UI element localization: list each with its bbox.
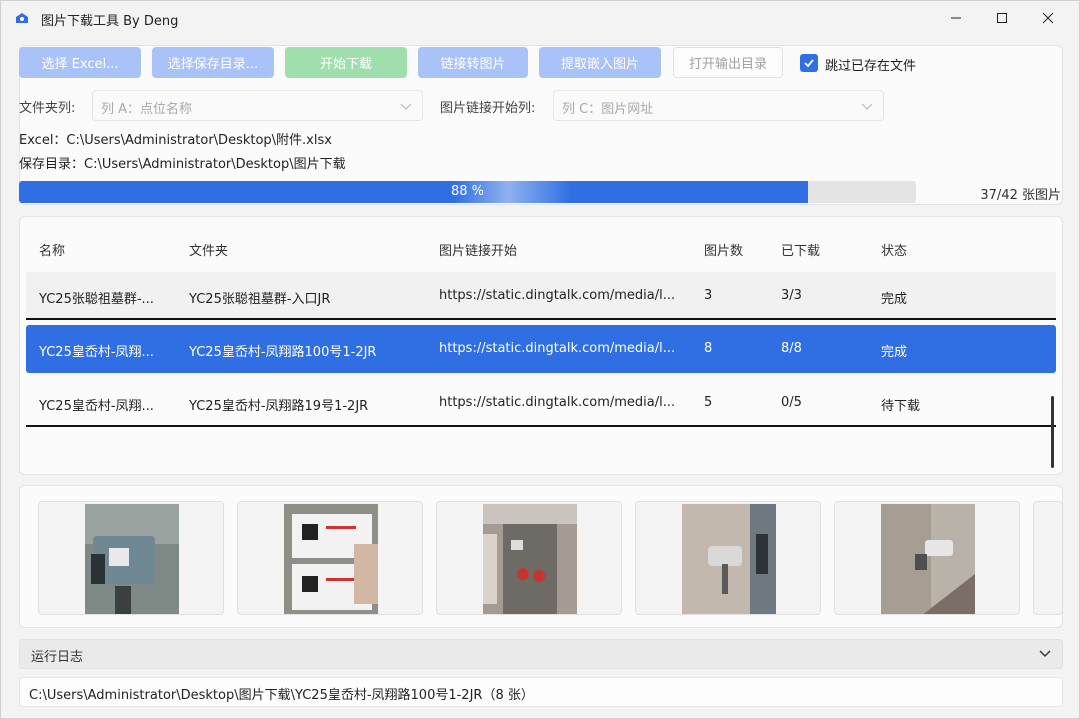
label-card-photo xyxy=(284,504,378,614)
header-downloaded[interactable]: 已下载 xyxy=(781,240,820,259)
cell-folder: YC25张聪祖墓群-入口JR xyxy=(189,292,331,307)
skip-existing-checkbox[interactable] xyxy=(800,54,818,72)
cell-image-count: 3 xyxy=(704,288,713,303)
status-text: C:\Users\Administrator\Desktop\图片下载\YC25… xyxy=(29,688,534,703)
folder-column-value: 列 A：点位名称 xyxy=(101,102,193,117)
progress-bar: 88 % xyxy=(19,181,916,203)
cell-link: https://static.dingtalk.com/media/l... xyxy=(439,341,676,356)
cell-downloaded: 0/5 xyxy=(781,395,802,410)
table-row[interactable]: YC25张聪祖墓群-... YC25张聪祖墓群-入口JR https://sta… xyxy=(26,272,1056,320)
cell-image-count: 8 xyxy=(704,341,713,356)
app-window: 图片下载工具 By Deng 选择 Excel... 选择保存目录... 开始下… xyxy=(0,0,1080,719)
building-wall-photo xyxy=(483,504,577,614)
header-image-count[interactable]: 图片数 xyxy=(704,240,743,259)
save-dir-path: 保存目录：C:\Users\Administrator\Desktop\图片下载 xyxy=(19,157,346,172)
maximize-icon xyxy=(997,13,1007,23)
cell-link: https://static.dingtalk.com/media/l... xyxy=(439,288,676,303)
select-excel-button[interactable]: 选择 Excel... xyxy=(19,47,141,78)
thumbnail-3[interactable] xyxy=(436,501,622,615)
thumbnail-5[interactable] xyxy=(834,501,1020,615)
table-row-selected[interactable]: YC25皇岙村-凤翔... YC25皇岙村-凤翔路100号1-2JR https… xyxy=(26,325,1056,373)
log-label: 运行日志 xyxy=(31,650,84,665)
minimize-icon xyxy=(951,17,961,19)
log-toggle[interactable] xyxy=(19,639,1063,669)
link-column-select[interactable]: 列 C：图片网址 xyxy=(553,90,884,121)
window-title: 图片下载工具 By Deng xyxy=(41,14,179,29)
header-link[interactable]: 图片链接开始 xyxy=(439,240,517,259)
header-folder[interactable]: 文件夹 xyxy=(189,240,228,259)
excel-path: Excel：C:\Users\Administrator\Desktop\附件.… xyxy=(19,133,332,148)
select-save-dir-button[interactable]: 选择保存目录... xyxy=(152,47,274,78)
table-scrollbar[interactable] xyxy=(1051,396,1054,468)
progress-percent: 88 % xyxy=(450,184,485,199)
cell-folder: YC25皇岙村-凤翔路19号1-2JR xyxy=(189,399,369,414)
chevron-down-icon xyxy=(400,103,412,110)
cell-folder: YC25皇岙村-凤翔路100号1-2JR xyxy=(189,345,377,360)
camera-photo-1 xyxy=(85,504,179,614)
corner-camera-photo xyxy=(881,504,975,614)
table-row[interactable]: YC25皇岙村-凤翔... YC25皇岙村-凤翔路19号1-2JR https:… xyxy=(26,379,1056,427)
close-button[interactable] xyxy=(1025,1,1071,35)
close-icon xyxy=(1042,12,1054,24)
wall-camera-photo xyxy=(682,504,776,614)
cell-image-count: 5 xyxy=(704,395,713,410)
title-bar: 图片下载工具 By Deng xyxy=(1,1,1079,35)
image-count: 37/42 张图片 xyxy=(980,188,1061,203)
thumbnail-4[interactable] xyxy=(635,501,821,615)
open-output-dir-button[interactable]: 打开输出目录 xyxy=(673,47,783,78)
cell-name: YC25皇岙村-凤翔... xyxy=(39,399,154,414)
cell-link: https://static.dingtalk.com/media/l... xyxy=(439,395,676,410)
cell-name: YC25皇岙村-凤翔... xyxy=(39,345,154,360)
thumbnail-1[interactable] xyxy=(38,501,224,615)
folder-column-label: 文件夹列: xyxy=(19,101,76,116)
minimize-button[interactable] xyxy=(933,1,979,35)
link-column-value: 列 C：图片网址 xyxy=(562,102,654,117)
cell-name: YC25张聪祖墓群-... xyxy=(39,292,154,307)
skip-existing-label: 跳过已存在文件 xyxy=(825,59,917,74)
maximize-button[interactable] xyxy=(979,1,1025,35)
cell-downloaded: 3/3 xyxy=(781,288,802,303)
thumbnail-6-partial[interactable] xyxy=(1033,501,1063,615)
cell-status: 完成 xyxy=(881,345,908,360)
chevron-down-icon xyxy=(861,103,873,110)
extract-embedded-button[interactable]: 提取嵌入图片 xyxy=(539,47,661,78)
cell-downloaded: 8/8 xyxy=(781,341,802,356)
folder-column-select[interactable]: 列 A：点位名称 xyxy=(92,90,423,121)
start-download-button[interactable]: 开始下载 xyxy=(285,47,407,78)
header-status[interactable]: 状态 xyxy=(881,240,907,259)
header-name[interactable]: 名称 xyxy=(39,240,65,259)
checkmark-icon xyxy=(804,59,814,68)
cell-status: 完成 xyxy=(881,292,908,307)
chevron-down-icon[interactable] xyxy=(1038,646,1052,660)
link-column-label: 图片链接开始列: xyxy=(440,101,536,116)
app-icon xyxy=(16,13,28,23)
cell-status: 待下载 xyxy=(881,399,921,414)
thumbnail-2[interactable] xyxy=(237,501,423,615)
link-to-image-button[interactable]: 链接转图片 xyxy=(418,47,528,78)
